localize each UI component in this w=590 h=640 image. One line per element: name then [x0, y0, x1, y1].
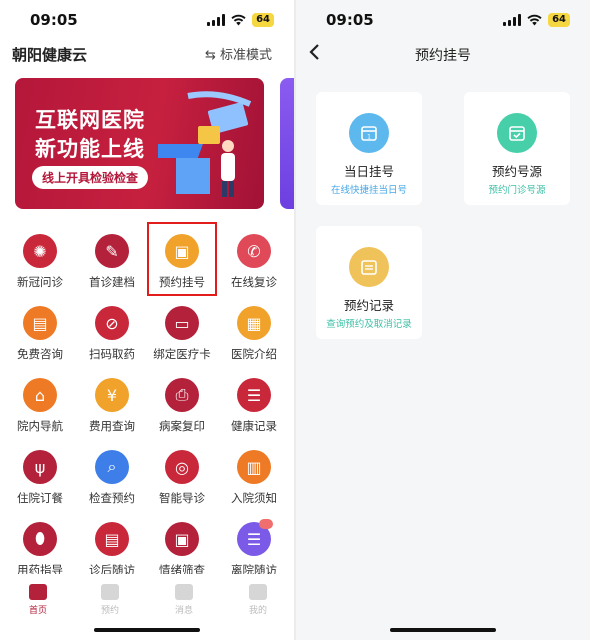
- clipboard-icon: ▤: [95, 522, 129, 556]
- battery-indicator: 64: [548, 13, 570, 27]
- grid-item-hospital-intro[interactable]: ▦ 医院介绍: [218, 294, 290, 364]
- card-same-day-registration[interactable]: 1 当日挂号 在线快捷挂当日号: [316, 92, 422, 205]
- user-icon: [249, 584, 267, 600]
- wifi-icon: [231, 14, 246, 26]
- appointment-screen: 09:05 64 预约挂号 1 当日挂号 在线快捷挂当日号 预约号源 预约门诊号…: [296, 0, 590, 640]
- wifi-icon: [527, 14, 542, 26]
- meal-icon: ψ: [23, 450, 57, 484]
- calendar-today-icon: 1: [349, 113, 389, 153]
- card-title: 当日挂号: [343, 164, 394, 179]
- tab-messages[interactable]: 消息: [164, 584, 204, 616]
- card-title: 预约号源: [491, 164, 542, 179]
- grid-item-exam-appointment[interactable]: ⌕ 检查预约: [76, 438, 148, 508]
- status-bar: 09:05 64: [296, 0, 590, 38]
- status-time: 09:05: [326, 11, 374, 29]
- tab-home[interactable]: 首页: [18, 584, 58, 616]
- highlight-annotation: [147, 222, 217, 296]
- new-badge: [259, 519, 273, 529]
- app-title: 朝阳健康云: [12, 46, 88, 64]
- card-subtitle: 在线快捷挂当日号: [330, 185, 407, 196]
- grid-item-first-visit-file[interactable]: ✎ 首诊建档: [76, 222, 148, 292]
- printer-icon: ⎙: [165, 378, 199, 412]
- banner-illustration: [158, 91, 252, 197]
- signal-icon: [503, 14, 522, 26]
- virus-icon: ✺: [23, 234, 57, 268]
- battery-indicator: 64: [252, 13, 274, 27]
- photo-card-icon: ▣: [165, 522, 199, 556]
- card-appointment-records[interactable]: 预约记录 查询预约及取消记录: [316, 226, 422, 339]
- mode-switch-button[interactable]: ⇆ 标准模式: [205, 44, 272, 63]
- bottom-tab-bar: 首页 预约 消息 我的: [0, 574, 294, 640]
- card-book-source[interactable]: 预约号源 预约门诊号源: [464, 92, 570, 205]
- grid-item-indoor-nav[interactable]: ⌂ 院内导航: [4, 366, 76, 436]
- bill-icon: ¥: [95, 378, 129, 412]
- grid-item-bind-card[interactable]: ▭ 绑定医疗卡: [146, 294, 218, 364]
- card-title: 预约记录: [343, 298, 394, 313]
- home-indicator: [94, 628, 200, 632]
- tab-profile[interactable]: 我的: [238, 584, 278, 616]
- card-subtitle: 预约门诊号源: [488, 185, 546, 196]
- calendar-check-icon: [497, 113, 537, 153]
- edit-icon: ✎: [95, 234, 129, 268]
- card-subtitle: 查询预约及取消记录: [326, 319, 412, 330]
- signal-icon: [207, 14, 226, 26]
- home-indicator: [390, 628, 496, 632]
- grid-item-followup[interactable]: ▤ 诊后随访: [76, 510, 148, 580]
- grid-item-health-record[interactable]: ☰ 健康记录: [218, 366, 290, 436]
- grid-item-free-consult[interactable]: ▤ 免费咨询: [4, 294, 76, 364]
- home-screen: 09:05 64 朝阳健康云 ⇆ 标准模式 互联网医院 新功能上线 线上开具检验…: [0, 0, 294, 640]
- pills-icon: ⬮: [23, 522, 57, 556]
- grid-item-smart-guide[interactable]: ◎ 智能导诊: [146, 438, 218, 508]
- records-icon: [349, 247, 389, 287]
- tab-appointment[interactable]: 预约: [90, 584, 130, 616]
- card-icon: ▭: [165, 306, 199, 340]
- building-icon: ▦: [237, 306, 271, 340]
- grid-item-medication-guide[interactable]: ⬮ 用药指导: [4, 510, 76, 580]
- search-calendar-icon: ⌕: [95, 450, 129, 484]
- calendar-icon: [101, 584, 119, 600]
- message-icon: [175, 584, 193, 600]
- grid-item-covid-consult[interactable]: ✺ 新冠问诊: [4, 222, 76, 292]
- home-icon: [29, 584, 47, 600]
- page-title: 预约挂号: [415, 48, 471, 64]
- grid-item-online-revisit[interactable]: ✆ 在线复诊: [218, 222, 290, 292]
- target-icon: ◎: [165, 450, 199, 484]
- grid-item-record-copy[interactable]: ⎙ 病案复印: [146, 366, 218, 436]
- banner-title-line1: 互联网医院: [35, 108, 145, 132]
- chat-icon: ▤: [23, 306, 57, 340]
- grid-item-mood-screening[interactable]: ▣ 情绪筛查: [146, 510, 218, 580]
- phone-icon: ✆: [237, 234, 271, 268]
- grid-item-discharge-followup[interactable]: ☰ 离院随访: [218, 510, 290, 580]
- grid-item-scan-medicine[interactable]: ⊘ 扫码取药: [76, 294, 148, 364]
- book-icon: ▥: [237, 450, 271, 484]
- status-time: 09:05: [30, 11, 78, 29]
- grid-item-inpatient-meal[interactable]: ψ 住院订餐: [4, 438, 76, 508]
- banner-title-line2: 新功能上线: [35, 137, 145, 161]
- banner-subtitle: 线上开具检验检查: [32, 166, 149, 189]
- grid-item-admission-notice[interactable]: ▥ 入院须知: [218, 438, 290, 508]
- map-pin-icon: ⌂: [23, 378, 57, 412]
- grid-item-fee-query[interactable]: ¥ 费用查询: [76, 366, 148, 436]
- promo-banner[interactable]: 互联网医院 新功能上线 线上开具检验检查: [15, 78, 264, 209]
- svg-text:1: 1: [367, 134, 371, 141]
- record-icon: ☰: [237, 378, 271, 412]
- status-bar: 09:05 64: [0, 0, 294, 38]
- pill-scan-icon: ⊘: [95, 306, 129, 340]
- next-banner-peek[interactable]: [280, 78, 294, 209]
